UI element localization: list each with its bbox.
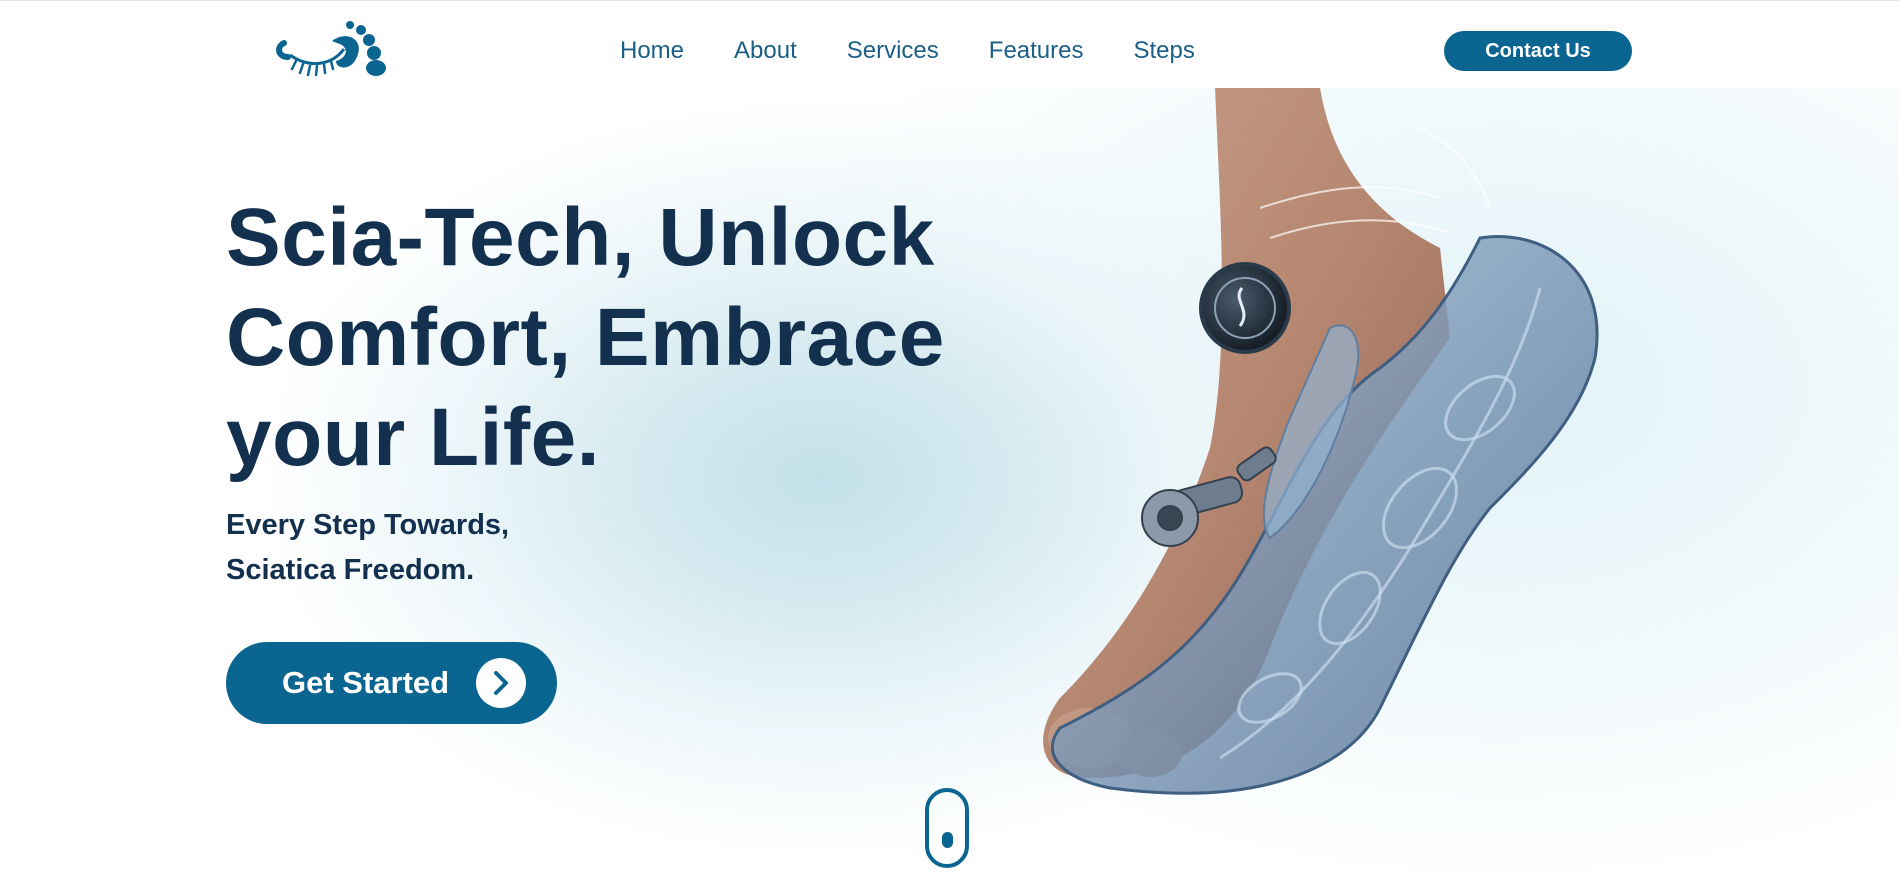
hero-subtitle: Every Step Towards, Sciatica Freedom. bbox=[226, 503, 726, 593]
page: Home About Services Features Steps Conta… bbox=[0, 0, 1899, 884]
robotic-foot-insole-image bbox=[1043, 88, 1599, 795]
main-nav: Home About Services Features Steps bbox=[620, 33, 1245, 69]
hero-subtitle-line: Every Step Towards, bbox=[226, 509, 510, 541]
site-header: Home About Services Features Steps Conta… bbox=[0, 0, 1899, 88]
nav-about-link[interactable]: About bbox=[734, 33, 797, 69]
nav-features-link[interactable]: Features bbox=[989, 33, 1084, 69]
get-started-label: Get Started bbox=[282, 665, 450, 700]
nav-home-link[interactable]: Home bbox=[620, 33, 684, 69]
hero-title-line: Scia-Tech, Unlock bbox=[226, 192, 935, 283]
mouse-scroll-icon[interactable] bbox=[925, 788, 969, 868]
footprint-spine-logo-icon bbox=[276, 21, 386, 77]
hero-title: Scia-Tech, Unlock Comfort, Embrace your … bbox=[226, 188, 1026, 488]
scroll-dot bbox=[942, 832, 953, 848]
nav-services-link[interactable]: Services bbox=[847, 33, 939, 69]
nav-steps-link[interactable]: Steps bbox=[1134, 33, 1195, 69]
hero-section: Scia-Tech, Unlock Comfort, Embrace your … bbox=[0, 88, 1899, 884]
contact-us-button[interactable]: Contact Us bbox=[1444, 31, 1632, 71]
hero-title-line: Comfort, Embrace bbox=[226, 292, 945, 383]
hero-subtitle-line: Sciatica Freedom. bbox=[226, 554, 475, 586]
logo[interactable] bbox=[270, 19, 388, 81]
get-started-button[interactable]: Get Started bbox=[226, 642, 557, 724]
hero-title-line: your Life. bbox=[226, 392, 601, 483]
chevron-right-icon bbox=[476, 658, 526, 708]
